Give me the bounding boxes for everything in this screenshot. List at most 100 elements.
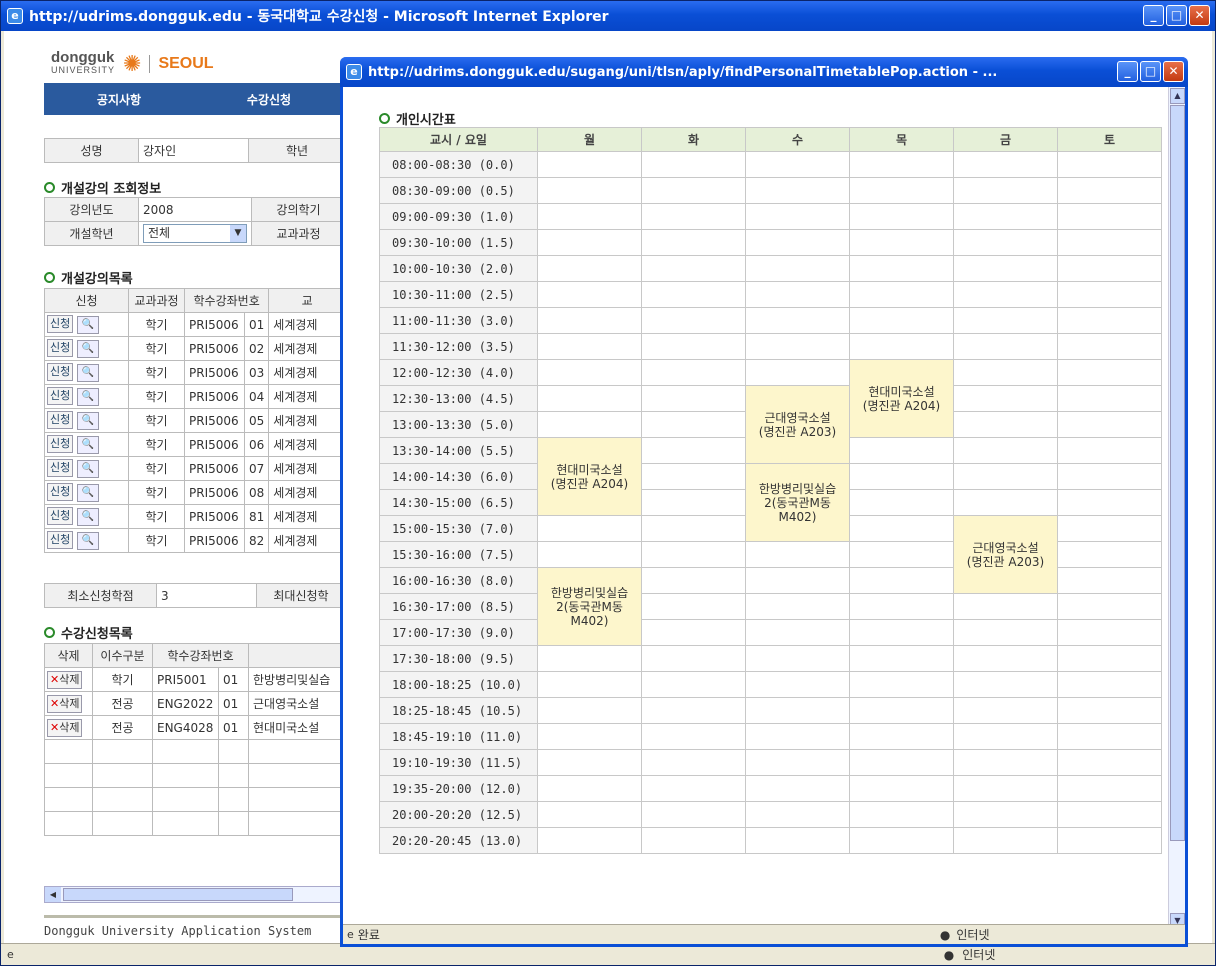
period-label: 08:00-08:30 (0.0) (379, 151, 538, 178)
grade-select[interactable]: 전체 ▼ (143, 224, 247, 243)
empty-slot (849, 437, 954, 464)
scroll-up-icon[interactable]: ▲ (1170, 88, 1185, 104)
empty-slot (641, 359, 746, 386)
registered-row: ✕삭제 학기 PRI5001 01 한방병리및실습 (44, 667, 346, 692)
detail-search-icon[interactable]: 🔍 (77, 388, 100, 406)
delete-button[interactable]: ✕삭제 (47, 694, 83, 713)
ie-page-icon: e (7, 948, 14, 961)
detail-search-icon[interactable]: 🔍 (77, 316, 100, 334)
detail-search-icon[interactable]: 🔍 (77, 436, 100, 454)
empty-slot (849, 281, 954, 308)
empty-slot (745, 177, 850, 204)
empty-slot (641, 723, 746, 750)
apply-button[interactable]: 신청 (47, 411, 74, 429)
period-row: 14:00-14:30 (6.0) 한방병리및실습 2(동국관M동 M402) (379, 463, 1162, 542)
apply-button[interactable]: 신청 (47, 531, 74, 549)
popup-maximize-button[interactable]: □ (1140, 61, 1161, 82)
period-row: 10:00-10:30 (2.0) (379, 255, 1162, 282)
lookup-section-title: 개설강의 조회정보 (44, 178, 161, 197)
scroll-thumb[interactable] (1170, 105, 1185, 841)
empty-slot (745, 671, 850, 698)
period-label: 11:00-11:30 (3.0) (379, 307, 538, 334)
class-block[interactable]: 현대미국소설 (명진관 A204) (849, 359, 954, 438)
day-header: 금 (953, 127, 1058, 152)
empty-slot (849, 801, 954, 828)
course-row: 신청 🔍 학기 PRI5006 82 세계경제 (44, 528, 346, 553)
footer-line (44, 915, 344, 918)
course-row: 신청 🔍 학기 PRI5006 08 세계경제 (44, 480, 346, 505)
ie-icon: e (346, 64, 362, 80)
class-block[interactable]: 한방병리및실습 2(동국관M동 M402) (745, 463, 850, 542)
day-header: 목 (849, 127, 954, 152)
apply-button[interactable]: 신청 (47, 363, 74, 381)
apply-button[interactable]: 신청 (47, 315, 74, 333)
chevron-down-icon[interactable]: ▼ (230, 225, 246, 242)
course-row: 신청 🔍 학기 PRI5006 04 세계경제 (44, 384, 346, 409)
empty-slot (849, 671, 954, 698)
empty-slot (641, 775, 746, 802)
delete-button[interactable]: ✕삭제 (47, 670, 83, 689)
apply-button[interactable]: 신청 (47, 507, 74, 525)
empty-slot (953, 463, 1058, 490)
empty-slot (745, 827, 850, 854)
empty-slot (1057, 749, 1162, 776)
empty-slot (537, 801, 642, 828)
detail-search-icon[interactable]: 🔍 (77, 364, 100, 382)
close-button[interactable]: ✕ (1189, 5, 1210, 26)
nav-notice[interactable]: 공지사항 (44, 91, 194, 108)
maximize-button[interactable]: □ (1166, 5, 1187, 26)
detail-search-icon[interactable]: 🔍 (77, 460, 100, 478)
course-row: 신청 🔍 학기 PRI5006 03 세계경제 (44, 360, 346, 385)
empty-slot (537, 645, 642, 672)
university-logo: dongguk UNIVERSITY ✺ SEOUL (51, 49, 214, 77)
empty-slot (641, 697, 746, 724)
empty-slot (953, 333, 1058, 360)
apply-button[interactable]: 신청 (47, 387, 74, 405)
empty-slot (1057, 307, 1162, 334)
period-row: 16:30-17:00 (8.5) (379, 593, 1162, 620)
empty-slot (849, 463, 954, 490)
popup-minimize-button[interactable]: _ (1117, 61, 1138, 82)
detail-search-icon[interactable]: 🔍 (77, 412, 100, 430)
nav-registration[interactable]: 수강신청 (194, 91, 344, 108)
empty-slot (537, 255, 642, 282)
popup-zone-label: 인터넷 (956, 928, 990, 942)
apply-button[interactable]: 신청 (47, 483, 74, 501)
empty-slot (849, 619, 954, 646)
empty-slot (537, 385, 642, 412)
empty-slot (1057, 593, 1162, 620)
class-block[interactable]: 근대영국소설 (명진관 A203) (745, 385, 850, 464)
horizontal-scrollbar[interactable]: ◀ (44, 886, 344, 903)
apply-button[interactable]: 신청 (47, 459, 74, 477)
empty-slot (849, 151, 954, 178)
apply-button[interactable]: 신청 (47, 339, 74, 357)
empty-slot (953, 827, 1058, 854)
detail-search-icon[interactable]: 🔍 (77, 484, 100, 502)
period-label: 08:30-09:00 (0.5) (379, 177, 538, 204)
empty-slot (953, 229, 1058, 256)
class-block[interactable]: 근대영국소설 (명진관 A203) (953, 515, 1058, 594)
registered-row (44, 787, 346, 812)
timetable-popup-window: e http://udrims.dongguk.edu/sugang/uni/t… (340, 57, 1188, 947)
empty-slot (537, 229, 642, 256)
class-block[interactable]: 한방병리및실습 2(동국관M동 M402) (537, 567, 642, 646)
empty-slot (1057, 333, 1162, 360)
empty-slot (849, 489, 954, 516)
course-row: 신청 🔍 학기 PRI5006 05 세계경제 (44, 408, 346, 433)
apply-button[interactable]: 신청 (47, 435, 74, 453)
detail-search-icon[interactable]: 🔍 (77, 532, 100, 550)
minimize-button[interactable]: _ (1143, 5, 1164, 26)
empty-slot (745, 255, 850, 282)
empty-slot (953, 619, 1058, 646)
empty-slot (953, 645, 1058, 672)
popup-status-text: 완료 (357, 928, 380, 942)
empty-slot (641, 229, 746, 256)
popup-close-button[interactable]: ✕ (1163, 61, 1184, 82)
detail-search-icon[interactable]: 🔍 (77, 340, 100, 358)
period-row: 17:00-17:30 (9.0) (379, 619, 1162, 646)
empty-slot (1057, 281, 1162, 308)
delete-button[interactable]: ✕삭제 (47, 718, 83, 737)
popup-vertical-scrollbar[interactable]: ▲ ▼ (1168, 87, 1185, 930)
class-block[interactable]: 현대미국소설 (명진관 A204) (537, 437, 642, 516)
detail-search-icon[interactable]: 🔍 (77, 508, 100, 526)
